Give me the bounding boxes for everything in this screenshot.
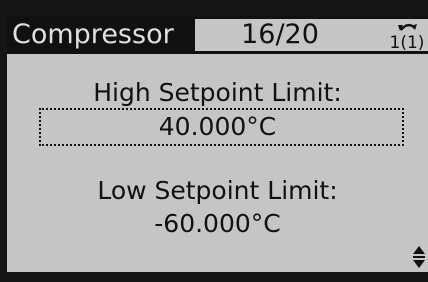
high-setpoint-limit-label: High Setpoint Limit: (93, 78, 342, 107)
header-bar: Compressor 16/20 1(1) (7, 16, 428, 54)
low-setpoint-limit-value[interactable]: -60.000°C (7, 209, 428, 238)
param-index: 16/20 (241, 19, 319, 50)
menu-title: Compressor (9, 19, 182, 51)
setup-1-icon: 1(1) (388, 19, 426, 51)
svg-text:1(1): 1(1) (390, 33, 425, 51)
low-setpoint-limit-label: Low Setpoint Limit: (97, 176, 338, 205)
lcd-screen: Compressor 16/20 1(1) High Setpoint Limi… (7, 16, 428, 272)
up-down-arrow-icon (413, 246, 425, 268)
param-index-box: 16/20 1(1) (195, 19, 428, 51)
high-setpoint-limit-value: 40.000°C (158, 112, 277, 141)
display-bezel: Compressor 16/20 1(1) High Setpoint Limi… (0, 0, 428, 282)
